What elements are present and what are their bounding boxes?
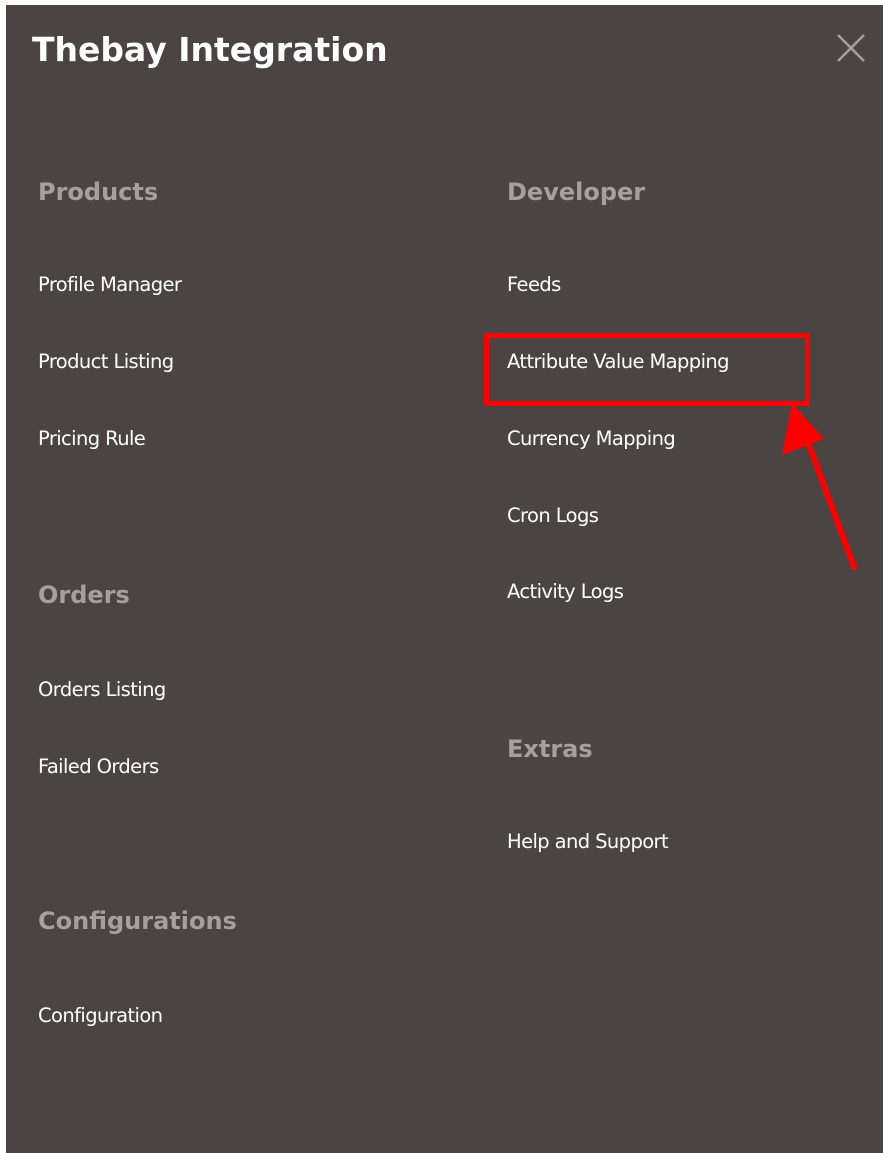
section-title-developer: Developer xyxy=(507,178,646,206)
close-button[interactable] xyxy=(832,30,868,66)
close-icon xyxy=(837,34,865,62)
menu-item-cron-logs[interactable]: Cron Logs xyxy=(507,503,599,529)
pointer-arrow-icon xyxy=(782,403,857,570)
menu-item-help-and-support[interactable]: Help and Support xyxy=(507,829,669,855)
section-title-orders: Orders xyxy=(38,581,130,609)
menu-item-profile-manager[interactable]: Profile Manager xyxy=(38,272,182,298)
section-title-products: Products xyxy=(38,178,159,206)
highlight-box xyxy=(484,333,810,406)
section-title-configurations: Configurations xyxy=(38,907,237,935)
menu-item-configuration[interactable]: Configuration xyxy=(38,1003,163,1029)
menu-item-activity-logs[interactable]: Activity Logs xyxy=(507,579,624,605)
menu-item-product-listing[interactable]: Product Listing xyxy=(38,349,174,375)
menu-item-feeds[interactable]: Feeds xyxy=(507,272,561,298)
menu-item-failed-orders[interactable]: Failed Orders xyxy=(38,754,159,780)
menu-item-pricing-rule[interactable]: Pricing Rule xyxy=(38,426,146,452)
menu-item-orders-listing[interactable]: Orders Listing xyxy=(38,677,166,703)
menu-item-currency-mapping[interactable]: Currency Mapping xyxy=(507,426,676,452)
panel-title: Thebay Integration xyxy=(32,30,388,69)
section-title-extras: Extras xyxy=(507,735,593,763)
